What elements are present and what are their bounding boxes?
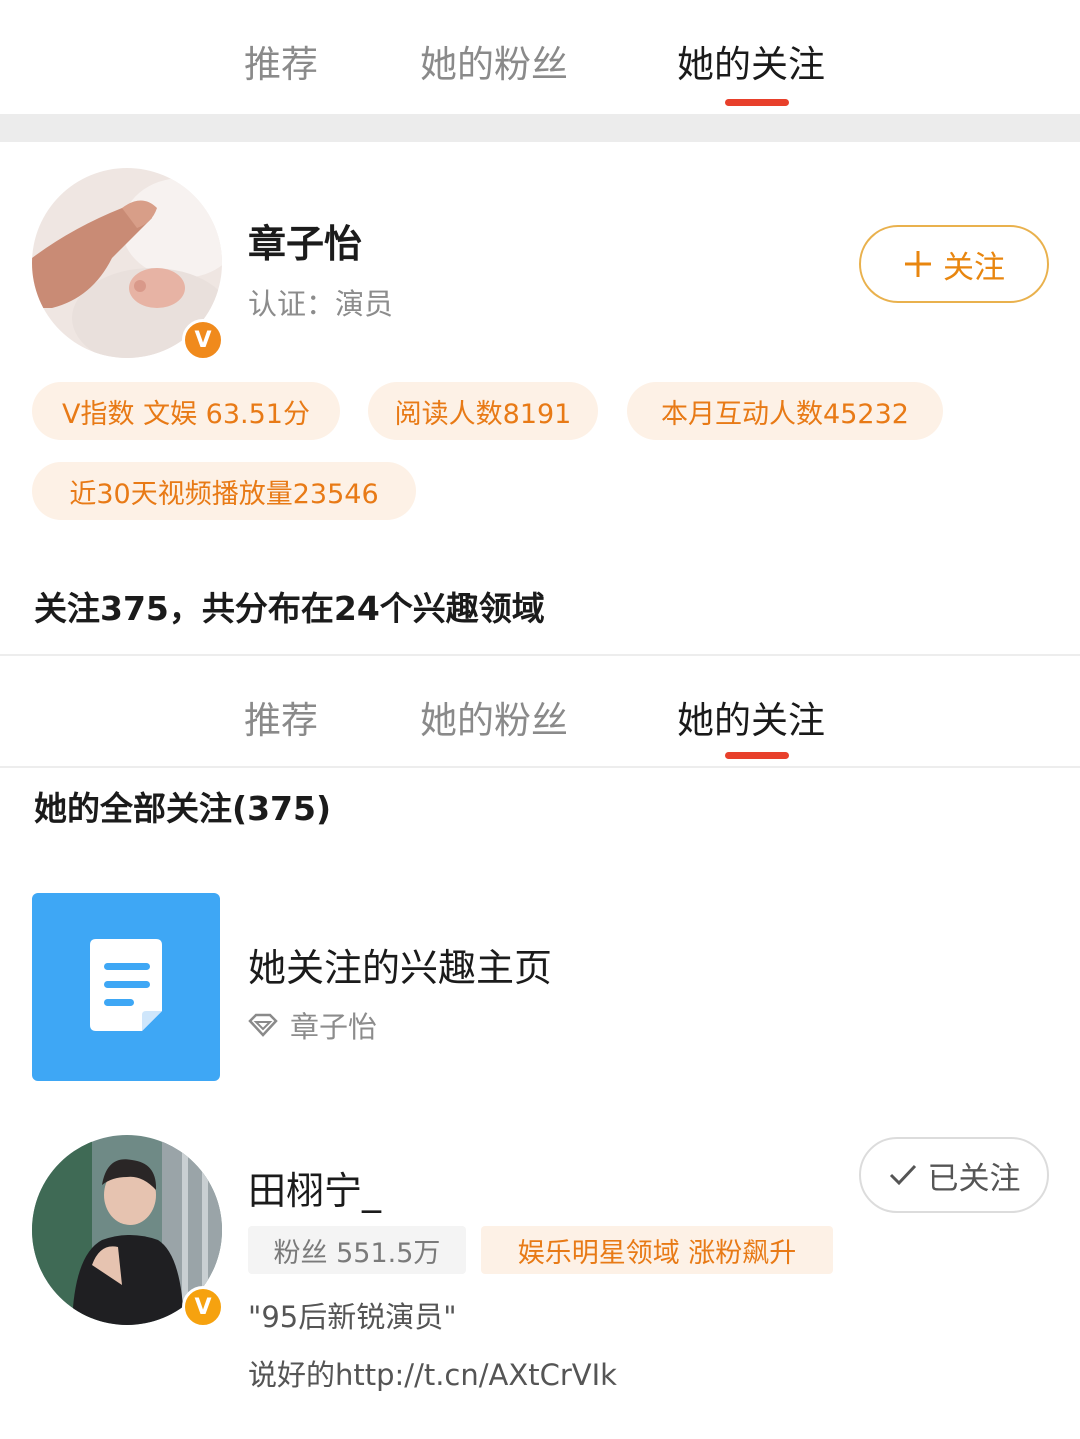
- top-tab-bar: 推荐 她的粉丝 她的关注: [0, 0, 1080, 110]
- tab-recommend[interactable]: 推荐: [244, 34, 318, 88]
- interest-page-owner-row: 章子怡: [248, 1004, 377, 1046]
- user-name[interactable]: 田栩宁_: [248, 1160, 381, 1215]
- active-tab-indicator: [725, 99, 789, 106]
- interest-page-owner: 章子怡: [290, 1010, 378, 1044]
- tab-her-fans-2[interactable]: 她的粉丝: [420, 690, 568, 744]
- second-tab-bar: 推荐 她的粉丝 她的关注: [0, 656, 1080, 766]
- plus-icon: [905, 251, 931, 277]
- document-icon: [90, 939, 162, 1031]
- tab-her-follows[interactable]: 她的关注: [677, 34, 825, 88]
- followed-button[interactable]: 已关注: [859, 1137, 1049, 1213]
- tab-her-fans[interactable]: 她的粉丝: [420, 34, 568, 88]
- profile-name: 章子怡: [248, 222, 363, 266]
- verification-label: 认证：演员: [248, 287, 394, 321]
- section-divider: [0, 114, 1080, 142]
- trend-tag-chip[interactable]: 娱乐明星领域 涨粉飙升: [481, 1226, 833, 1274]
- follow-button[interactable]: 关注: [859, 225, 1049, 303]
- chip-video-plays[interactable]: 近30天视频播放量23546: [32, 462, 416, 520]
- tab-recommend-2[interactable]: 推荐: [244, 690, 318, 744]
- chip-v-index[interactable]: V指数 文娱 63.51分: [32, 382, 340, 440]
- user-intro: "95后新锐演员": [248, 1300, 457, 1334]
- diamond-icon: [248, 1013, 278, 1037]
- chip-interactions[interactable]: 本月互动人数45232: [627, 382, 943, 440]
- follow-summary: 关注375，共分布在24个兴趣领域: [34, 589, 545, 628]
- followed-button-label: 已关注: [927, 1160, 1021, 1197]
- interest-page-title[interactable]: 她关注的兴趣主页: [248, 937, 552, 992]
- user-latest-post[interactable]: 说好的http://t.cn/AXtCrVIk: [248, 1352, 617, 1394]
- interest-page-tile[interactable]: [32, 893, 220, 1081]
- tab-her-follows-2[interactable]: 她的关注: [677, 690, 825, 744]
- divider: [0, 766, 1080, 768]
- user-verified-icon: V: [182, 1286, 224, 1328]
- fans-count-chip: 粉丝 551.5万: [248, 1226, 466, 1274]
- follow-button-label: 关注: [943, 249, 1005, 286]
- check-icon: [889, 1164, 916, 1186]
- active-tab-indicator-2: [725, 752, 789, 759]
- chip-readers[interactable]: 阅读人数8191: [368, 382, 598, 440]
- all-follows-title: 她的全部关注(375): [34, 789, 332, 828]
- verified-icon: V: [182, 319, 224, 361]
